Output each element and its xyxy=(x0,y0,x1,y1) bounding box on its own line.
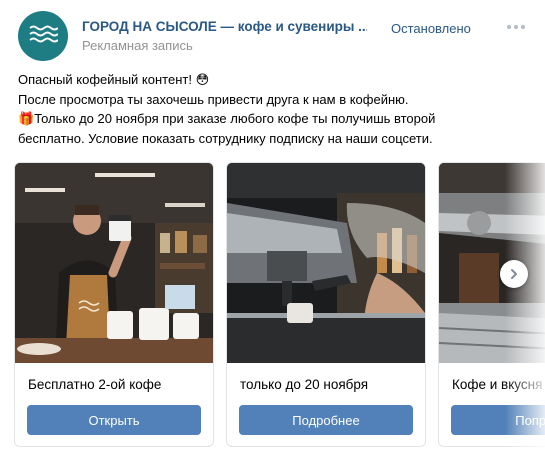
status-stopped-link[interactable]: Остановлено xyxy=(391,21,471,36)
carousel-card-3[interactable]: Кофе и вкусня Попроб xyxy=(438,162,545,447)
details-button[interactable]: Подробнее xyxy=(239,405,413,435)
waves-logo-icon xyxy=(29,25,58,43)
espresso-machine-photo[interactable] xyxy=(227,163,425,363)
more-dots-icon[interactable] xyxy=(505,16,527,38)
barista-with-cup-photo[interactable] xyxy=(15,163,213,363)
post-line-1: Опасный кофейный контент! 😳 xyxy=(18,72,210,88)
gift-emoji-icon: 🎁 xyxy=(18,112,35,127)
carousel-card-2[interactable]: только до 20 ноября Подробнее xyxy=(226,162,426,447)
ad-label: Рекламная запись xyxy=(82,38,193,53)
try-button[interactable]: Попроб xyxy=(451,405,545,435)
carousel-card-1[interactable]: Бесплатно 2-ой кофе Открыть xyxy=(14,162,214,447)
post-line-4: бесплатно. Условие показать сотруднику п… xyxy=(18,131,433,146)
card-caption: Кофе и вкусня xyxy=(452,377,543,392)
post-text: Опасный кофейный контент! 😳 После просмо… xyxy=(18,70,533,148)
ad-carousel[interactable]: Бесплатно 2-ой кофе Открыть только до 20… xyxy=(0,162,545,457)
coffee-machine-closeup-photo[interactable] xyxy=(439,163,545,363)
flushed-face-emoji-icon: 😳 xyxy=(195,73,210,88)
avatar[interactable] xyxy=(18,11,68,61)
card-caption: Бесплатно 2-ой кофе xyxy=(28,377,162,392)
chevron-right-icon[interactable] xyxy=(500,260,528,288)
post-author-link[interactable]: ГОРОД НА СЫСОЛЕ — кофе и сувениры ... xyxy=(82,19,367,34)
post-line-3: 🎁Только до 20 ноября при заказе любого к… xyxy=(18,111,436,127)
post-line-2: После просмотра ты захочешь привести дру… xyxy=(18,92,409,107)
card-caption: только до 20 ноября xyxy=(240,377,369,392)
open-button[interactable]: Открыть xyxy=(27,405,201,435)
